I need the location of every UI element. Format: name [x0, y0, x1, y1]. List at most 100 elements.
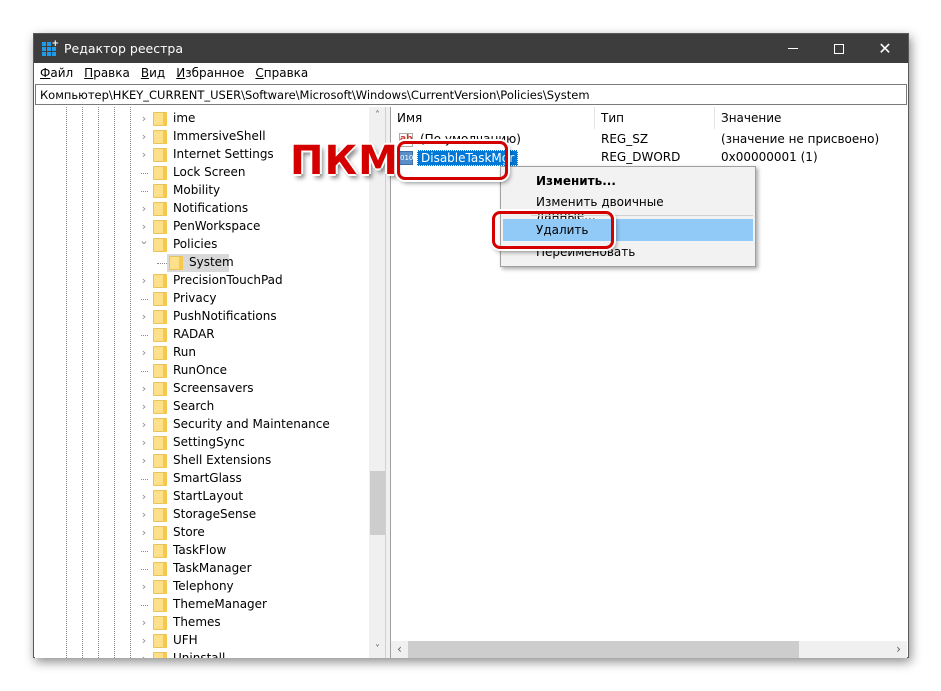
tree-item[interactable]: Mobility [35, 182, 371, 200]
window-title: Редактор реестра [64, 41, 183, 56]
menu-edit[interactable]: Правка [84, 66, 130, 80]
tree-item[interactable]: › Store [35, 524, 371, 542]
chevron-right-icon[interactable]: › [139, 382, 149, 395]
chevron-right-icon[interactable]: › [139, 418, 149, 431]
menu-help[interactable]: Справка [255, 66, 308, 80]
folder-icon [153, 130, 167, 144]
tree-item[interactable]: › UFH [35, 632, 371, 650]
menu-file[interactable]: Файл [40, 66, 73, 80]
folder-icon [153, 616, 167, 630]
tree-connector [157, 263, 167, 264]
folder-icon [153, 454, 167, 468]
tree-item-label: StartLayout [173, 489, 244, 503]
tree-item[interactable]: ThemeManager [35, 596, 371, 614]
chevron-right-icon[interactable]: › [139, 436, 149, 449]
chevron-right-icon[interactable]: › [139, 148, 149, 161]
values-scroll-thumb[interactable] [408, 641, 799, 658]
folder-icon [153, 148, 167, 162]
chevron-right-icon[interactable]: › [139, 400, 149, 413]
values-horizontal-scrollbar[interactable]: ‹ › [391, 641, 907, 658]
folder-icon [153, 310, 167, 324]
chevron-right-icon[interactable]: › [139, 112, 149, 125]
tree-item-label: Security and Maintenance [173, 417, 330, 431]
tree-item[interactable]: TaskManager [35, 560, 371, 578]
chevron-right-icon[interactable]: › [139, 220, 149, 233]
tree-scroll-thumb[interactable] [370, 471, 385, 535]
tree-item[interactable]: ⌄ Policies [35, 234, 371, 254]
tree-item[interactable]: TaskFlow [35, 542, 371, 560]
menu-favorites-rest: збранное [185, 66, 245, 80]
tree-item-label: TaskFlow [173, 543, 227, 557]
scroll-up-icon[interactable]: ˄ [369, 107, 385, 124]
tree-item[interactable]: › Security and Maintenance [35, 416, 371, 434]
folder-icon [153, 166, 167, 180]
maximize-button[interactable] [816, 34, 862, 63]
tree-item-label: Lock Screen [173, 165, 246, 179]
annotation-highlight-delete [492, 211, 614, 249]
tree-item[interactable]: › ime [35, 110, 371, 128]
scroll-right-icon[interactable]: › [890, 641, 907, 658]
tree-item[interactable]: › Screensavers [35, 380, 371, 398]
tree-item[interactable]: SmartGlass [35, 470, 371, 488]
tree-item[interactable]: › PenWorkspace [35, 218, 371, 236]
tree-item[interactable]: › Shell Extensions [35, 452, 371, 470]
chevron-right-icon[interactable]: › [139, 454, 149, 467]
folder-icon [153, 526, 167, 540]
column-header-name[interactable]: Имя [391, 107, 595, 129]
tree-item-label: PenWorkspace [173, 219, 261, 233]
column-header-value[interactable]: Значение [715, 107, 907, 129]
chevron-right-icon[interactable]: › [139, 202, 149, 215]
tree-item[interactable]: › PrecisionTouchPad [35, 272, 371, 290]
chevron-right-icon[interactable]: › [139, 274, 149, 287]
chevron-right-icon[interactable]: › [139, 652, 149, 658]
tree-item[interactable]: System [35, 254, 371, 272]
scroll-down-icon[interactable]: ˅ [369, 641, 385, 658]
tree-vertical-scrollbar[interactable]: ˄ ˅ [369, 107, 385, 658]
tree-item[interactable]: › Telephony [35, 578, 371, 596]
menu-favorites[interactable]: Избранное [176, 66, 244, 80]
value-data: 0x00000001 (1) [721, 150, 818, 164]
menu-view[interactable]: Вид [141, 66, 165, 80]
tree-item[interactable]: › Run [35, 344, 371, 362]
chevron-right-icon[interactable]: › [139, 310, 149, 323]
close-button[interactable]: ✕ [862, 34, 908, 63]
tree-connector [141, 479, 148, 480]
tree-item-label: Run [173, 345, 197, 359]
tree-item[interactable]: › StorageSense [35, 506, 371, 524]
tree-item[interactable]: › Notifications [35, 200, 371, 218]
address-bar[interactable]: Компьютер\HKEY_CURRENT_USER\Software\Mic… [35, 84, 907, 105]
tree-item[interactable]: RunOnce [35, 362, 371, 380]
scroll-left-icon[interactable]: ‹ [391, 641, 408, 658]
tree-connector [141, 605, 148, 606]
folder-icon [153, 220, 167, 234]
folder-icon [153, 652, 167, 658]
tree-item-label: System [189, 255, 234, 269]
chevron-right-icon[interactable]: › [139, 508, 149, 521]
chevron-right-icon[interactable]: › [139, 580, 149, 593]
tree-item[interactable]: Privacy [35, 290, 371, 308]
tree-item[interactable]: › SettingSync [35, 434, 371, 452]
chevron-right-icon[interactable]: › [139, 346, 149, 359]
menu-view-accel: В [140, 66, 150, 80]
chevron-right-icon[interactable]: › [139, 526, 149, 539]
chevron-right-icon[interactable]: › [139, 130, 149, 143]
minimize-button[interactable] [770, 34, 816, 63]
tree-item[interactable]: › Search [35, 398, 371, 416]
context-menu-modify[interactable]: Изменить... [503, 170, 753, 192]
folder-icon [153, 562, 167, 576]
column-header-type[interactable]: Тип [595, 107, 715, 129]
tree-item-label: StorageSense [173, 507, 257, 521]
tree-item-label: Notifications [173, 201, 249, 215]
chevron-down-icon[interactable]: ⌄ [139, 234, 149, 247]
chevron-right-icon[interactable]: › [139, 634, 149, 647]
title-bar[interactable]: + Редактор реестра ✕ [34, 34, 908, 63]
chevron-right-icon[interactable]: › [139, 616, 149, 629]
context-menu-modify-binary[interactable]: Изменить двоичные данные... [503, 191, 753, 223]
tree-item[interactable]: › StartLayout [35, 488, 371, 506]
folder-icon [153, 400, 167, 414]
tree-item[interactable]: RADAR [35, 326, 371, 344]
tree-item[interactable]: › Uninstall [35, 650, 371, 658]
tree-item[interactable]: › PushNotifications [35, 308, 371, 326]
tree-item[interactable]: › Themes [35, 614, 371, 632]
chevron-right-icon[interactable]: › [139, 490, 149, 503]
